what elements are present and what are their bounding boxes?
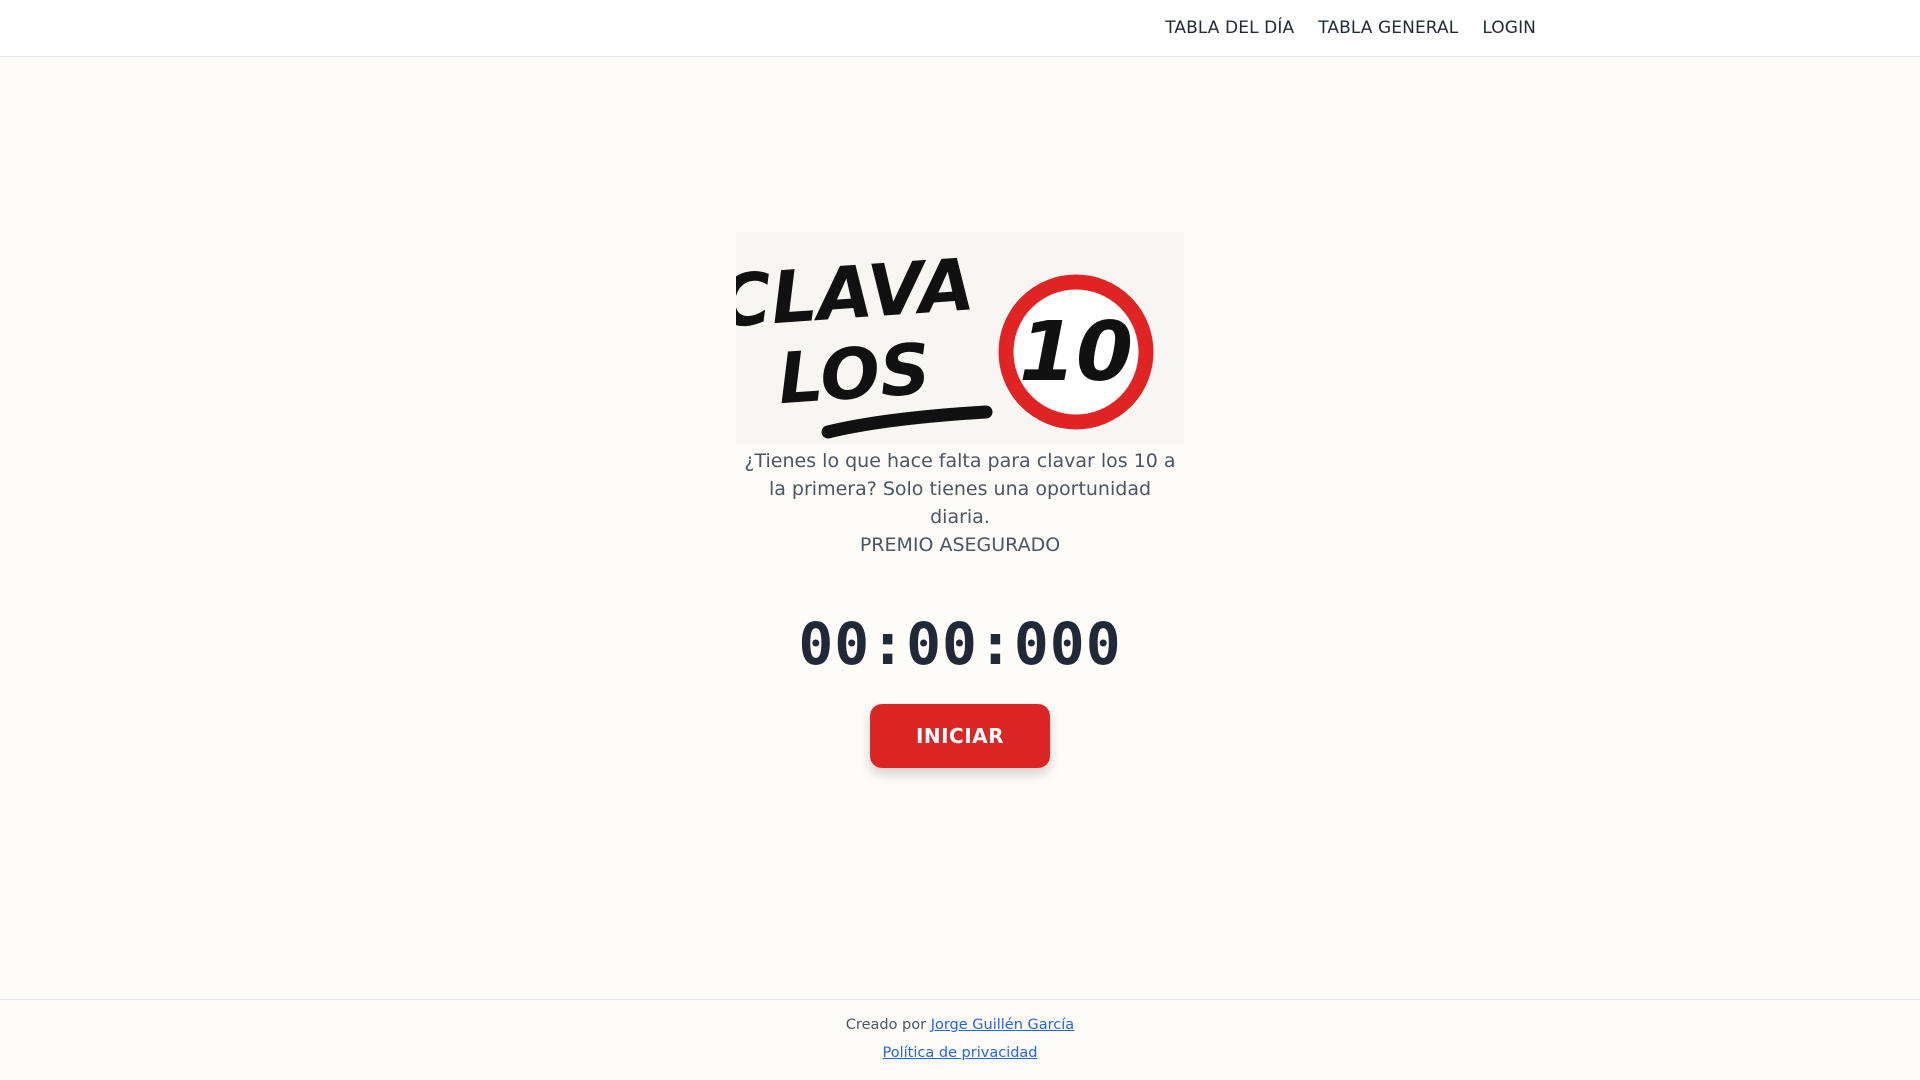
timer-display: 00:00:000 bbox=[798, 610, 1122, 678]
nav-tabla-del-dia[interactable]: TABLA DEL DÍA bbox=[1165, 18, 1294, 38]
author-link[interactable]: Jorge Guillén García bbox=[931, 1017, 1074, 1033]
privacy-policy-link[interactable]: Política de privacidad bbox=[882, 1045, 1037, 1061]
nav-tabla-general[interactable]: TABLA GENERAL bbox=[1318, 18, 1458, 38]
prize-text: PREMIO ASEGURADO bbox=[859, 534, 1061, 556]
intro-text: ¿Tienes lo que hace falta para clavar lo… bbox=[740, 447, 1180, 559]
start-button[interactable]: INICIAR bbox=[870, 704, 1050, 768]
footer: Creado por Jorge Guillén García Política… bbox=[0, 999, 1920, 1080]
nav-login[interactable]: LOGIN bbox=[1482, 18, 1536, 38]
tagline-text: ¿Tienes lo que hace falta para clavar lo… bbox=[744, 450, 1176, 528]
logo-word-los: LOS bbox=[776, 328, 933, 420]
clava-los-10-logo: CLAVA LOS 10 bbox=[716, 232, 1184, 444]
main-nav: TABLA DEL DÍA TABLA GENERAL LOGIN bbox=[1165, 0, 1536, 56]
logo-word-clava: CLAVA bbox=[736, 242, 977, 344]
created-by-label: Creado por bbox=[845, 1017, 927, 1033]
top-navbar: TABLA DEL DÍA TABLA GENERAL LOGIN bbox=[0, 0, 1920, 57]
logo-number-10: 10 bbox=[1019, 305, 1133, 400]
footer-privacy: Política de privacidad bbox=[0, 1045, 1920, 1061]
footer-credit: Creado por Jorge Guillén García bbox=[0, 1017, 1920, 1033]
logo-graphic: CLAVA LOS 10 bbox=[716, 242, 1154, 439]
